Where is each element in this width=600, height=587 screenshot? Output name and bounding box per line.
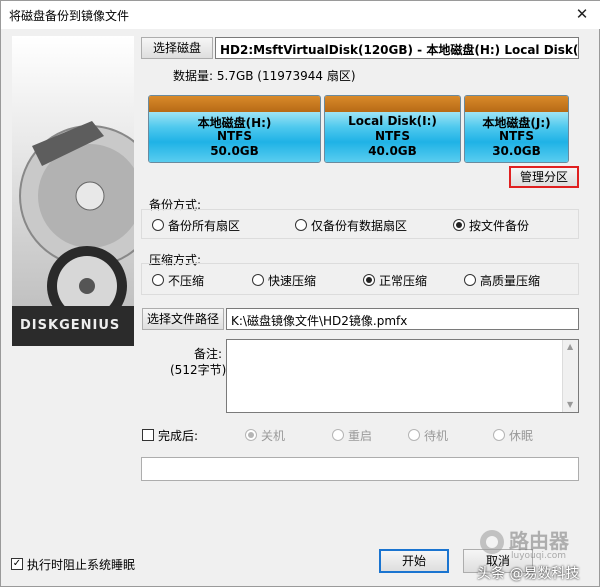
hibernate-radio[interactable] [493,429,505,441]
disk-name: HD2:MsftVirtualDisk(120GB) - 本地磁盘(H:) Lo… [220,43,579,57]
no-compress-radio[interactable] [152,274,164,286]
after-option-label: 待机 [424,429,449,443]
normal-compress-radio[interactable] [363,274,375,286]
watermark-author: 头条 @易数科技 [477,566,580,582]
data-size-text: 数据量: 5.7GB (11973944 扇区) [173,69,356,83]
select-file-path-button[interactable]: 选择文件路径 [142,308,224,330]
manage-partitions-button[interactable]: 管理分区 [509,166,579,188]
partition-body: 本地磁盘(J:) NTFS 30.0GB [465,112,568,162]
disk-illustration: DISKGENIUS [12,36,134,346]
partition-fs: NTFS [216,129,253,143]
note-size-label: (512字节) [170,363,227,377]
standby-radio[interactable] [408,429,420,441]
partition-cap [325,96,460,112]
partition-body: 本地磁盘(H:) NTFS 50.0GB [149,112,320,162]
after-option-label: 休眠 [509,429,534,443]
partition-cap [465,96,568,112]
select-disk-button[interactable]: 选择磁盘 [141,37,213,59]
start-button[interactable]: 开始 [379,549,449,573]
compress-option-label: 不压缩 [168,274,205,288]
partition-name: Local Disk(I:) [348,114,437,128]
backup-option-label: 仅备份有数据扇区 [311,219,408,233]
note-scrollbar[interactable]: ▲ ▼ [562,340,578,412]
backup-by-file-radio[interactable] [453,219,465,231]
prevent-sleep-label: 执行时阻止系统睡眠 [27,558,136,572]
partition-j[interactable]: 本地磁盘(J:) NTFS 30.0GB [464,95,569,163]
file-path-input[interactable]: K:\磁盘镜像文件\HD2镜像.pmfx [226,308,579,330]
compress-option-label: 快速压缩 [268,274,317,288]
partition-size: 40.0GB [368,144,417,158]
partition-size: 50.0GB [210,144,259,158]
backup-option-label: 按文件备份 [469,219,530,233]
restart-radio[interactable] [332,429,344,441]
router-logo-icon [480,530,504,554]
after-done-checkbox[interactable] [142,429,154,441]
status-field [141,457,579,481]
window-title: 将磁盘备份到镜像文件 [9,9,130,23]
scroll-up-icon[interactable]: ▲ [567,342,573,351]
close-icon[interactable]: ✕ [571,4,593,24]
partition-fs: NTFS [498,129,535,143]
hard-disk-icon [12,121,134,346]
backup-used-sectors-radio[interactable] [295,219,307,231]
watermark: 路由器 luyouqi.com 头条 @易数科技 [477,523,597,583]
partition-h[interactable]: 本地磁盘(H:) NTFS 50.0GB [148,95,321,163]
shutdown-radio[interactable] [245,429,257,441]
compress-option-label: 高质量压缩 [480,274,541,288]
scroll-down-icon[interactable]: ▼ [567,400,573,409]
file-path-value: K:\磁盘镜像文件\HD2镜像.pmfx [231,314,408,328]
after-option-label: 重启 [348,429,373,443]
partition-i[interactable]: Local Disk(I:) NTFS 40.0GB [324,95,461,163]
watermark-title: 路由器 [509,529,569,553]
dialog-window: 将磁盘备份到镜像文件 ✕ DISKGENIUS 选择磁盘 HD2:MsftVir… [0,0,600,587]
prevent-sleep-checkbox[interactable]: ✓ [11,558,23,570]
high-compress-radio[interactable] [464,274,476,286]
after-option-label: 关机 [261,429,286,443]
partition-size: 30.0GB [492,144,541,158]
partition-body: Local Disk(I:) NTFS 40.0GB [325,112,460,162]
partition-cap [149,96,320,112]
partition-fs: NTFS [374,129,411,143]
backup-option-label: 备份所有扇区 [168,219,241,233]
title-bar: 将磁盘备份到镜像文件 ✕ [1,1,600,29]
brand-logo: DISKGENIUS [20,318,121,333]
disk-name-field: HD2:MsftVirtualDisk(120GB) - 本地磁盘(H:) Lo… [215,37,579,59]
watermark-url: luyouqi.com [511,551,567,561]
after-done-label: 完成后: [158,429,199,443]
backup-all-sectors-radio[interactable] [152,219,164,231]
note-textarea[interactable]: ▲ ▼ [226,339,579,413]
note-label: 备注: [194,347,223,361]
compress-option-label: 正常压缩 [379,274,428,288]
fast-compress-radio[interactable] [252,274,264,286]
